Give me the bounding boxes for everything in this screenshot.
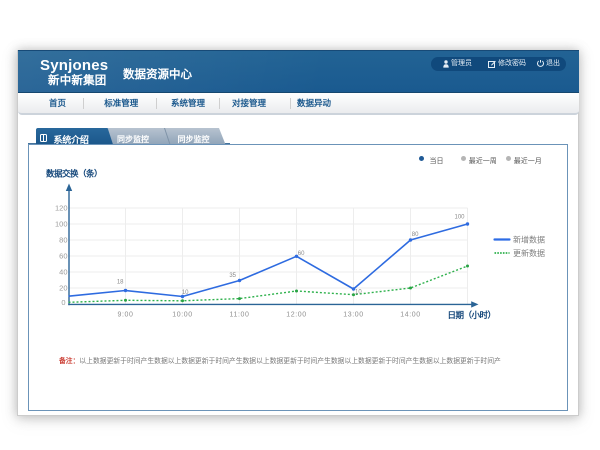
- svg-text:更新数据: 更新数据: [513, 248, 545, 258]
- svg-text:40: 40: [59, 268, 67, 277]
- svg-text:100: 100: [55, 220, 68, 229]
- svg-text:10: 10: [182, 290, 189, 296]
- svg-text:新增数据: 新增数据: [513, 235, 545, 245]
- svg-text:60: 60: [298, 251, 305, 257]
- svg-text:数据交换（条）: 数据交换（条）: [46, 169, 102, 179]
- svg-text:9:00: 9:00: [117, 312, 133, 319]
- svg-text:13:00: 13:00: [343, 312, 364, 319]
- svg-text:10:00: 10:00: [172, 312, 193, 319]
- svg-text:35: 35: [229, 273, 236, 279]
- svg-text:60: 60: [59, 252, 67, 261]
- svg-text:120: 120: [55, 204, 68, 213]
- svg-text:100: 100: [454, 215, 465, 221]
- svg-text:80: 80: [412, 232, 419, 238]
- svg-text:18: 18: [117, 280, 124, 286]
- svg-text:日期（小时）: 日期（小时）: [448, 310, 496, 320]
- svg-text:80: 80: [59, 236, 67, 245]
- svg-text:12:00: 12:00: [286, 312, 307, 319]
- svg-text:20: 20: [59, 284, 67, 293]
- svg-text:11:00: 11:00: [230, 312, 250, 319]
- svg-text:14:00: 14:00: [400, 312, 421, 319]
- svg-text:0: 0: [61, 298, 65, 307]
- svg-text:10: 10: [355, 290, 362, 296]
